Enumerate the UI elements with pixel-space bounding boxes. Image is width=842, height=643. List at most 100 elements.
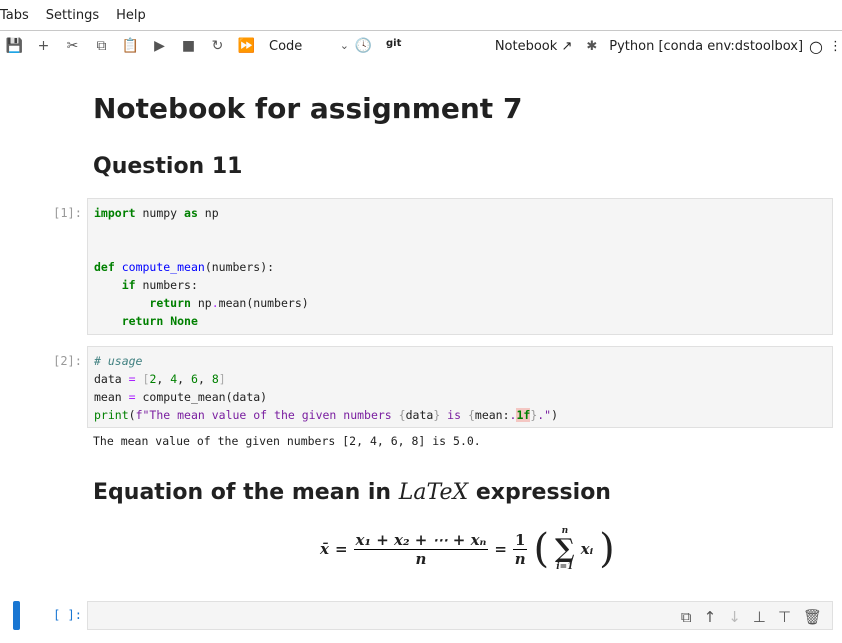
- code-line: data = [2, 4, 6, 8]: [94, 370, 826, 388]
- paste-icon[interactable]: 📋: [116, 38, 145, 54]
- cell-prompt: [1]:: [53, 206, 82, 220]
- code-token: is: [440, 408, 468, 422]
- code-token: ]: [218, 372, 226, 386]
- code-token: return: [121, 314, 164, 328]
- code-token: None: [170, 314, 198, 328]
- code-token: numbers:: [135, 278, 198, 292]
- code-token: 1f: [516, 408, 531, 422]
- latex-logo: LaTeX: [398, 480, 469, 505]
- git-button[interactable]: git: [386, 38, 401, 49]
- menu-settings[interactable]: Settings: [46, 8, 99, 23]
- code-token: .: [211, 296, 219, 310]
- code-line: import numpy as np: [94, 204, 826, 222]
- cell-output: The mean value of the given numbers [2, …: [93, 434, 481, 448]
- code-token: # usage: [94, 354, 143, 368]
- notebook-label: Notebook: [494, 38, 558, 54]
- eq-sign: =: [494, 540, 507, 558]
- restart-icon[interactable]: ↻: [203, 38, 232, 54]
- menu-tabs[interactable]: Tabs: [0, 8, 29, 23]
- heading-equation: Equation of the mean in LaTeX expression: [93, 480, 611, 505]
- code-token: {: [467, 408, 475, 422]
- code-token: mean:: [474, 408, 510, 422]
- save-icon[interactable]: 💾: [0, 38, 29, 54]
- code-token: ,: [197, 372, 212, 386]
- cut-icon[interactable]: ✂: [58, 38, 87, 54]
- code-token: def: [94, 260, 115, 274]
- duplicate-cell-icon[interactable]: ⧉: [681, 608, 692, 626]
- copy-icon[interactable]: ⧉: [87, 38, 116, 54]
- sigma: ∑: [555, 534, 575, 564]
- code-token: np: [190, 296, 212, 310]
- active-cell-indicator: [13, 601, 20, 630]
- insert-above-icon[interactable]: ⊥: [753, 608, 766, 626]
- code-token: 6: [191, 372, 198, 386]
- code-token: data: [94, 372, 129, 386]
- cell-type-select[interactable]: Code ⌄: [269, 39, 349, 54]
- code-token: .": [537, 408, 552, 422]
- bug-icon[interactable]: ✱: [586, 39, 597, 54]
- eq-denominator: n: [415, 549, 427, 568]
- sum-term: xᵢ: [580, 540, 594, 558]
- cell-type-value: Code: [269, 38, 303, 54]
- menu-help[interactable]: Help: [116, 8, 146, 23]
- code-cell[interactable]: import numpy as np def compute_mean(numbe…: [87, 198, 833, 335]
- code-token: (: [128, 408, 136, 422]
- code-token: if: [121, 278, 136, 292]
- delete-icon[interactable]: 🗑: [803, 608, 822, 626]
- add-cell-icon[interactable]: +: [29, 38, 58, 54]
- code-line: def compute_mean(numbers):: [94, 258, 826, 276]
- code-line: # usage: [94, 352, 826, 370]
- code-cell[interactable]: # usage data = [2, 4, 6, 8] mean = compute…: [87, 346, 833, 428]
- eq-numerator: 1: [513, 530, 528, 550]
- code-token: ,: [156, 372, 171, 386]
- sum-bottom: i=1: [556, 562, 574, 572]
- external-link-icon: ↗: [561, 38, 573, 54]
- code-token: np: [197, 206, 219, 220]
- more-icon[interactable]: ⋮: [829, 39, 842, 54]
- run-all-icon[interactable]: ⏩: [232, 38, 261, 54]
- eq-fraction: x₁ + x₂ + ⋯ + xₙ n: [353, 530, 489, 568]
- code-token: ,: [177, 372, 192, 386]
- heading-text: Equation of the mean in: [93, 480, 392, 505]
- cell-prompt: [2]:: [53, 354, 82, 368]
- heading-text: expression: [475, 480, 611, 505]
- code-token: =: [128, 372, 136, 386]
- code-token: 8: [211, 372, 219, 386]
- eq-numerator: x₁ + x₂ + ⋯ + xₙ: [353, 530, 489, 550]
- eq-lhs: x̄: [320, 540, 329, 558]
- code-line: if numbers:: [94, 276, 826, 294]
- eq-fraction: 1n: [513, 530, 528, 568]
- eq-paren: ): [599, 526, 615, 572]
- open-notebook-button[interactable]: Notebook ↗: [495, 39, 573, 54]
- heading-question: Question 11: [93, 154, 243, 179]
- code-token: f"The mean value of the given numbers: [135, 408, 399, 422]
- clock-icon[interactable]: 🕓: [349, 38, 378, 54]
- code-line: return None: [94, 312, 826, 330]
- move-down-icon[interactable]: ↓: [728, 608, 741, 626]
- kernel-name[interactable]: Python [conda env:dstoolbox]: [609, 39, 803, 54]
- code-line: return np.mean(numbers): [94, 294, 826, 312]
- insert-below-icon[interactable]: ⊤: [778, 608, 791, 626]
- stop-icon[interactable]: ■: [174, 38, 203, 54]
- code-token: print: [94, 408, 129, 422]
- code-token: import: [94, 206, 136, 220]
- code-token: =: [128, 390, 136, 404]
- code-token: (numbers):: [204, 260, 275, 274]
- code-token: mean: [94, 390, 129, 404]
- code-token: {: [398, 408, 406, 422]
- code-token: ): [551, 408, 559, 422]
- page-title: Notebook for assignment 7: [93, 92, 523, 125]
- code-token: return: [149, 296, 191, 310]
- empty-code-cell[interactable]: ⧉ ↑ ↓ ⊥ ⊤ 🗑: [87, 601, 833, 630]
- run-icon[interactable]: ▶: [145, 38, 174, 54]
- move-up-icon[interactable]: ↑: [704, 608, 717, 626]
- code-token: compute_mean(data): [135, 390, 268, 404]
- eq-denominator: n: [514, 549, 526, 568]
